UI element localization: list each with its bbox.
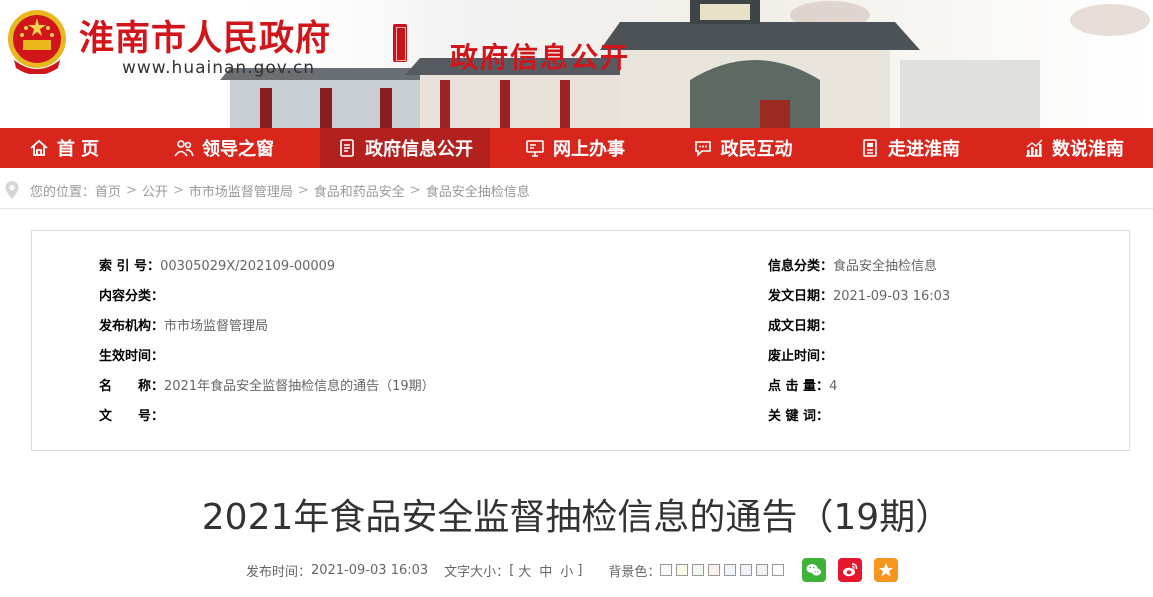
seal-stamp-icon [393,24,407,62]
info-key: 信息分类： [768,259,834,274]
info-abolish-date: 废止时间： [768,347,833,367]
info-value: 2021-09-03 16:03 [833,289,951,304]
info-value: 00305029X/202109-00009 [160,259,336,274]
nav-item-label: 走进淮南 [888,139,960,160]
nav-item-label: 政民互动 [720,139,793,160]
bg-color-swatch[interactable] [756,564,769,576]
info-doc-no: 文 号： [99,407,164,427]
bg-color-swatch[interactable] [740,564,753,576]
section-title: 政府信息公开 [450,41,631,74]
info-value: 4 [829,379,838,394]
nav-item-label: 政府信息公开 [365,139,473,160]
bg-color-swatches [660,564,788,576]
info-effective-date: 生效时间： [99,347,164,367]
favorite-button[interactable] [874,558,899,582]
nav-item-online-services[interactable]: 网上办事 [490,128,660,168]
breadcrumb-item-home[interactable]: 首页 [95,181,121,200]
breadcrumb: 您的位置： 首页 > 公开 > 市市场监督管理局 > 食品和药品安全 > 食品安… [0,176,1153,204]
nav-item-gov-info[interactable]: 政府信息公开 [320,128,490,168]
info-key: 成文日期： [768,319,834,334]
article-meta-bar: 发布时间： 2021-09-03 16:03 文字大小： [ 大 中 小 ] 背… [246,558,899,582]
font-size-medium-button[interactable]: 中 [539,561,552,580]
bracket-close: ] [577,562,583,578]
breadcrumb-separator: > [409,182,421,198]
info-key: 发文日期： [768,289,834,304]
info-publisher: 发布机构：市市场监督管理局 [99,317,268,337]
nav-item-home[interactable]: 首 页 [0,128,128,168]
info-key: 名 称： [99,379,165,394]
nav-item-label: 首 页 [56,139,100,160]
info-key: 文 号： [99,409,165,424]
wechat-icon [806,564,822,576]
nav-item-leaders[interactable]: 领导之窗 [128,128,320,168]
info-category: 信息分类：食品安全抽检信息 [768,257,937,277]
share-weibo-button[interactable] [838,558,863,582]
info-index-no: 索 引 号：00305029X/202109-00009 [99,257,335,277]
nav-item-about-huainan[interactable]: 走进淮南 [825,128,995,168]
home-icon [30,139,48,156]
nav-item-label: 领导之窗 [202,139,274,160]
bg-color-swatch[interactable] [660,564,673,576]
chart-icon [1026,139,1043,157]
nav-item-data-huainan[interactable]: 数说淮南 [995,128,1153,168]
info-keywords: 关 键 词： [768,407,829,427]
chat-icon [694,141,711,157]
info-key: 点 击 量： [768,379,830,394]
breadcrumb-label: 您的位置： [30,184,96,200]
info-key: 关 键 词： [768,409,830,424]
info-written-date: 成文日期： [768,317,833,337]
info-clicks: 点 击 量：4 [768,377,837,397]
bg-color-swatch[interactable] [692,564,705,576]
document-info-panel: 索 引 号：00305029X/202109-00009 信息分类：食品安全抽检… [31,230,1130,451]
breadcrumb-separator: > [172,182,184,198]
breadcrumb-item-bureau[interactable]: 市市场监督管理局 [189,181,293,200]
info-key: 废止时间： [768,349,834,364]
bg-color-swatch[interactable] [724,564,737,576]
bg-color-swatch[interactable] [772,564,785,576]
nav-item-interaction[interactable]: 政民互动 [660,128,825,168]
info-value: 食品安全抽检信息 [833,259,938,274]
nav-item-label: 数说淮南 [1052,139,1124,160]
breadcrumb-separator: > [126,182,137,198]
breadcrumb-item-inspection[interactable]: 食品安全抽检信息 [426,181,530,200]
font-size-label: 文字大小： [444,564,510,580]
info-content-class: 内容分类： [99,287,164,307]
bracket-open: [ [509,562,515,578]
info-issue-date: 发文日期：2021-09-03 16:03 [768,287,950,307]
breadcrumb-divider [0,208,1153,209]
font-size-small-button[interactable]: 小 [560,561,573,580]
location-pin-icon [5,181,19,199]
info-value: 2021年食品安全监督抽检信息的通告（19期） [164,379,435,394]
article-title: 2021年食品安全监督抽检信息的通告（19期） [201,497,952,538]
site-url[interactable]: www.huainan.gov.cn [122,58,315,78]
national-emblem-icon [8,10,66,74]
star-icon [879,563,894,577]
info-value: 市市场监督管理局 [164,319,269,334]
share-wechat-button[interactable] [802,558,827,582]
bg-color-swatch[interactable] [708,564,721,576]
people-icon [174,140,194,157]
header-banner: 淮南市人民政府 www.huainan.gov.cn 政府信息公开 [0,0,1153,128]
weibo-icon [843,563,858,577]
main-nav: 首 页 领导之窗 政府信息公开 网上办事 政民互动 走进淮南 数说淮南 [0,128,1153,168]
book-icon [863,139,877,157]
nav-item-label: 网上办事 [553,139,625,160]
publish-time-label: 发布时间： [246,564,312,580]
bg-color-label: 背景色： [608,564,661,580]
info-key: 生效时间： [99,349,165,364]
site-title[interactable]: 淮南市人民政府 [79,10,331,61]
info-key: 索 引 号： [99,259,161,274]
monitor-icon [526,140,544,157]
publish-time: 2021-09-03 16:03 [311,562,429,578]
document-icon [340,139,354,157]
info-name: 名 称：2021年食品安全监督抽检信息的通告（19期） [99,377,435,397]
breadcrumb-item-food-drug[interactable]: 食品和药品安全 [314,181,405,200]
info-key: 发布机构： [99,319,165,334]
breadcrumb-separator: > [297,182,309,198]
bg-color-swatch[interactable] [676,564,689,576]
info-key: 内容分类： [99,289,165,304]
font-size-large-button[interactable]: 大 [518,561,531,580]
breadcrumb-item-public[interactable]: 公开 [142,181,168,200]
